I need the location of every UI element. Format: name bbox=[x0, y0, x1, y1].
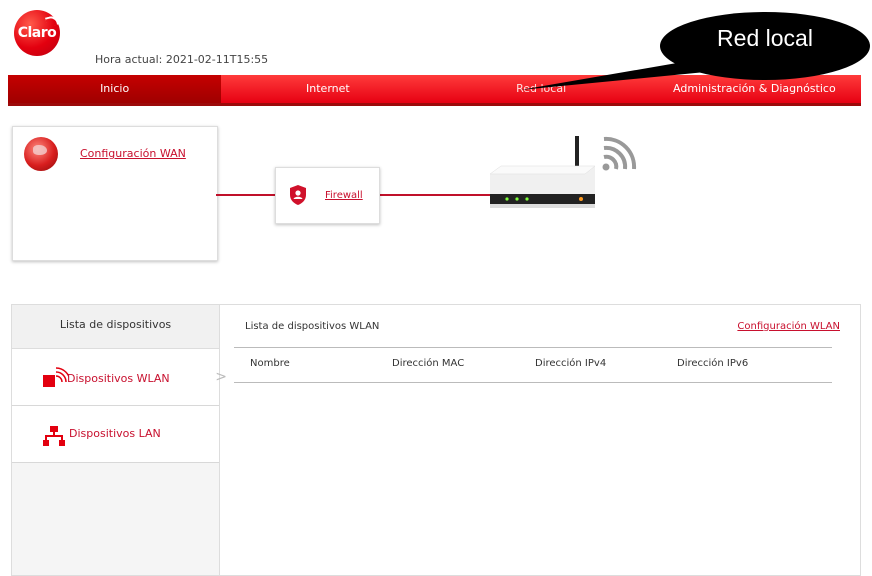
logo-text: Claro bbox=[17, 25, 57, 41]
current-time: Hora actual: 2021-02-11T15:55 bbox=[95, 53, 269, 66]
claro-logo: Claro bbox=[14, 10, 60, 56]
shield-icon bbox=[290, 185, 306, 205]
router-icon bbox=[489, 136, 596, 208]
devices-content: Lista de dispositivos WLAN Configuración… bbox=[220, 305, 860, 575]
sidebar-title: Lista de dispositivos bbox=[12, 305, 219, 349]
table-header: Nombre Dirección MAC Dirección IPv4 Dire… bbox=[234, 347, 832, 383]
logo-mark-icon bbox=[44, 14, 60, 28]
wifi-icon bbox=[602, 136, 637, 171]
firewall-link[interactable]: Firewall bbox=[325, 190, 363, 201]
column-header-nombre: Nombre bbox=[250, 358, 290, 369]
wlan-device-icon bbox=[43, 367, 69, 387]
wan-card: Configuración WAN bbox=[12, 126, 218, 261]
connection-line bbox=[216, 194, 275, 196]
wan-config-link[interactable]: Configuración WAN bbox=[80, 147, 186, 160]
column-header-mac: Dirección MAC bbox=[392, 358, 465, 369]
devices-sidebar: Lista de dispositivos Dispositivos WLAN … bbox=[12, 305, 227, 575]
sidebar-item-label: Dispositivos LAN bbox=[69, 427, 161, 440]
column-header-ipv4: Dirección IPv4 bbox=[535, 358, 607, 369]
content-title: Lista de dispositivos WLAN bbox=[245, 321, 380, 332]
connection-line bbox=[378, 194, 491, 196]
main-nav: Inicio Internet Red local Administración… bbox=[8, 75, 861, 106]
sidebar-item-wlan[interactable]: Dispositivos WLAN > bbox=[12, 349, 227, 406]
lan-network-icon bbox=[43, 426, 65, 446]
sidebar-item-lan[interactable]: Dispositivos LAN bbox=[12, 406, 219, 463]
sidebar-item-label: Dispositivos WLAN bbox=[67, 372, 170, 385]
callout-text: Red local bbox=[717, 25, 813, 51]
firewall-card: Firewall bbox=[275, 167, 380, 224]
globe-icon bbox=[24, 137, 58, 171]
column-header-ipv6: Dirección IPv6 bbox=[677, 358, 749, 369]
tab-internet[interactable]: Internet bbox=[221, 75, 434, 103]
wlan-config-link[interactable]: Configuración WLAN bbox=[737, 321, 840, 332]
callout-bubble: Red local bbox=[520, 4, 870, 90]
tab-inicio[interactable]: Inicio bbox=[8, 75, 222, 103]
devices-panel: Lista de dispositivos Dispositivos WLAN … bbox=[11, 304, 861, 576]
